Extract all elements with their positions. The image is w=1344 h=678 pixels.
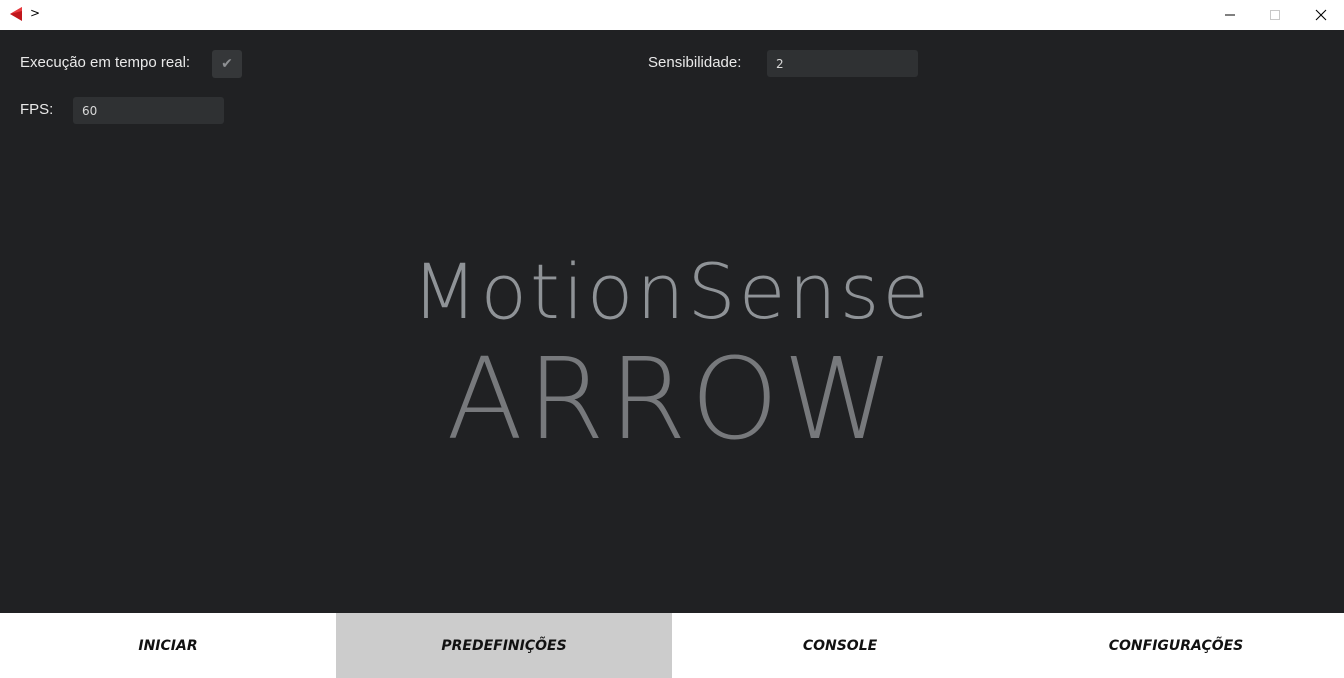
fps-input[interactable]: 60 (73, 97, 224, 124)
minimize-icon (1225, 14, 1235, 16)
sensitivity-label: Sensibilidade: (648, 54, 742, 71)
close-button[interactable] (1298, 0, 1344, 30)
maximize-icon (1270, 10, 1280, 20)
logo-motionsense: MotionSense (411, 247, 933, 336)
window-title: > (30, 6, 41, 20)
maximize-button[interactable] (1252, 0, 1298, 30)
realtime-label: Execução em tempo real: (20, 54, 191, 71)
tab-configuracoes[interactable]: CONFIGURAÇÕES (1008, 613, 1344, 678)
minimize-button[interactable] (1207, 0, 1253, 30)
realtime-checkbox[interactable]: ✔ (212, 50, 242, 78)
logo-arrow: ARROW (446, 335, 898, 465)
app-arrow-icon (10, 7, 22, 21)
fps-label: FPS: (20, 101, 54, 118)
main-panel: Execução em tempo real: ✔ Sensibilidade:… (0, 30, 1344, 613)
tab-predefinicoes[interactable]: PREDEFINIÇÕES (336, 613, 672, 678)
tab-console[interactable]: CONSOLE (672, 613, 1008, 678)
tab-iniciar[interactable]: INICIAR (0, 613, 336, 678)
close-icon (1315, 9, 1327, 21)
bottom-nav: INICIAR PREDEFINIÇÕES CONSOLE CONFIGURAÇ… (0, 613, 1344, 678)
sensitivity-input[interactable]: 2 (767, 50, 918, 77)
title-bar: > (0, 0, 1344, 30)
check-icon: ✔ (221, 56, 233, 72)
